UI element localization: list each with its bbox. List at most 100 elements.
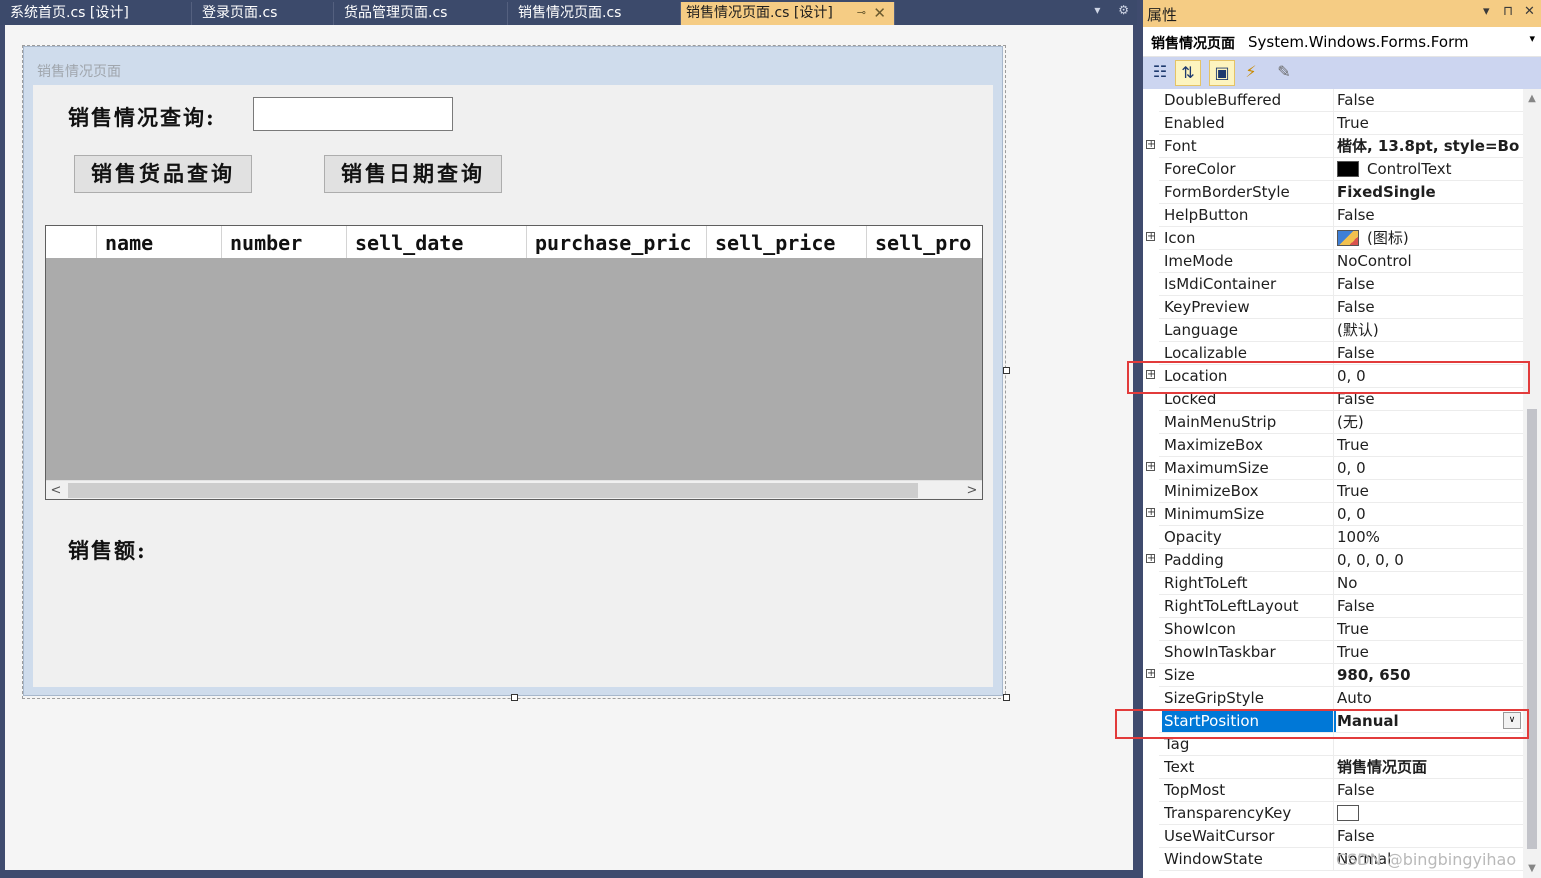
- scroll-thumb[interactable]: [68, 483, 918, 498]
- events-icon[interactable]: ⚡: [1238, 60, 1264, 86]
- close-icon[interactable]: ✕: [873, 2, 886, 24]
- close-icon[interactable]: ✕: [1524, 4, 1535, 19]
- property-row-icon[interactable]: + Icon (图标): [1143, 227, 1523, 250]
- property-value[interactable]: (默认): [1337, 319, 1519, 341]
- tab-system-home-design[interactable]: 系统首页.cs [设计]: [0, 2, 192, 25]
- scroll-right-icon[interactable]: >: [962, 481, 982, 499]
- property-row-forecolor[interactable]: ForeColor ControlText: [1143, 158, 1523, 181]
- property-row-showintaskbar[interactable]: ShowInTaskbar True: [1143, 641, 1523, 664]
- property-value[interactable]: ControlText: [1337, 158, 1519, 180]
- property-value[interactable]: Auto: [1337, 687, 1519, 709]
- scroll-down-icon[interactable]: ▼: [1523, 863, 1541, 874]
- property-row-doublebuffered[interactable]: DoubleBuffered False: [1143, 89, 1523, 112]
- tab-goods-management[interactable]: 货品管理页面.cs: [334, 2, 508, 25]
- property-row-minimumsize[interactable]: + MinimumSize 0, 0: [1143, 503, 1523, 526]
- settings-icon[interactable]: ⚙: [1118, 3, 1129, 17]
- property-value[interactable]: False: [1337, 204, 1519, 226]
- column-header-purchase-price[interactable]: purchase_pric: [526, 226, 706, 258]
- property-row-text[interactable]: Text 销售情况页面: [1143, 756, 1523, 779]
- property-value[interactable]: True: [1337, 618, 1519, 640]
- property-value[interactable]: 楷体, 13.8pt, style=Bold: [1337, 135, 1519, 157]
- scroll-left-icon[interactable]: <: [46, 481, 66, 499]
- column-header-sell-profit[interactable]: sell_pro: [866, 226, 982, 258]
- property-row-usewaitcursor[interactable]: UseWaitCursor False: [1143, 825, 1523, 848]
- resize-handle-right[interactable]: [1003, 367, 1010, 374]
- property-value[interactable]: True: [1337, 480, 1519, 502]
- property-value[interactable]: False: [1337, 779, 1519, 801]
- property-row-language[interactable]: Language (默认): [1143, 319, 1523, 342]
- categorized-icon[interactable]: ☷: [1147, 60, 1173, 86]
- property-value[interactable]: False: [1337, 273, 1519, 295]
- expand-icon[interactable]: +: [1146, 669, 1155, 679]
- property-row-enabled[interactable]: Enabled True: [1143, 112, 1523, 135]
- property-row-righttoleftlayout[interactable]: RightToLeftLayout False: [1143, 595, 1523, 618]
- property-row-sizegripstyle[interactable]: SizeGripStyle Auto: [1143, 687, 1523, 710]
- property-row-righttoleft[interactable]: RightToLeft No: [1143, 572, 1523, 595]
- expand-icon[interactable]: +: [1146, 140, 1155, 150]
- property-value[interactable]: FixedSingle: [1337, 181, 1519, 203]
- property-row-showicon[interactable]: ShowIcon True: [1143, 618, 1523, 641]
- expand-icon[interactable]: +: [1146, 462, 1155, 472]
- sales-date-query-button[interactable]: 销售日期查询: [324, 155, 502, 193]
- properties-icon[interactable]: ▣: [1209, 60, 1235, 86]
- property-row-font[interactable]: + Font 楷体, 13.8pt, style=Bold: [1143, 135, 1523, 158]
- column-header-sell-price[interactable]: sell_price: [706, 226, 866, 258]
- property-value[interactable]: 0, 0: [1337, 503, 1519, 525]
- property-row-topmost[interactable]: TopMost False: [1143, 779, 1523, 802]
- object-selector[interactable]: 销售情况页面 System.Windows.Forms.Form ▾: [1143, 28, 1541, 57]
- sales-goods-query-button[interactable]: 销售货品查询: [74, 155, 252, 193]
- scroll-thumb[interactable]: [1527, 409, 1537, 849]
- window-dropdown-icon[interactable]: ▾: [1483, 4, 1490, 19]
- expand-icon[interactable]: +: [1146, 508, 1155, 518]
- property-value[interactable]: [1337, 802, 1519, 824]
- column-header-name[interactable]: name: [96, 226, 221, 258]
- property-row-mainmenustrip[interactable]: MainMenuStrip (无): [1143, 411, 1523, 434]
- property-row-minimizebox[interactable]: MinimizeBox True: [1143, 480, 1523, 503]
- property-value[interactable]: 100%: [1337, 526, 1519, 548]
- tab-sales-page-design[interactable]: 销售情况页面.cs [设计] ⊸ ✕: [681, 2, 895, 25]
- object-dropdown-icon[interactable]: ▾: [1529, 32, 1535, 45]
- property-row-keypreview[interactable]: KeyPreview False: [1143, 296, 1523, 319]
- sales-data-grid[interactable]: name number sell_date purchase_pric sell…: [45, 225, 983, 500]
- property-value[interactable]: True: [1337, 641, 1519, 663]
- property-pages-icon[interactable]: ✎: [1271, 60, 1297, 86]
- property-value[interactable]: False: [1337, 825, 1519, 847]
- property-row-padding[interactable]: + Padding 0, 0, 0, 0: [1143, 549, 1523, 572]
- property-row-transparencykey[interactable]: TransparencyKey: [1143, 802, 1523, 825]
- property-value[interactable]: NoControl: [1337, 250, 1519, 272]
- resize-handle-corner[interactable]: [1003, 694, 1010, 701]
- pin-icon[interactable]: ⊸: [857, 2, 866, 24]
- tab-sales-page-code[interactable]: 销售情况页面.cs: [508, 2, 681, 25]
- property-value[interactable]: False: [1337, 595, 1519, 617]
- scroll-up-icon[interactable]: ▲: [1523, 93, 1541, 104]
- property-value[interactable]: 销售情况页面: [1337, 756, 1519, 778]
- property-row-maximizebox[interactable]: MaximizeBox True: [1143, 434, 1523, 457]
- property-value[interactable]: True: [1337, 434, 1519, 456]
- alphabetical-icon[interactable]: ⇅: [1175, 60, 1201, 86]
- property-row-imemode[interactable]: ImeMode NoControl: [1143, 250, 1523, 273]
- property-value[interactable]: No: [1337, 572, 1519, 594]
- property-grid-scrollbar[interactable]: ▲ ▼: [1523, 89, 1541, 878]
- property-value[interactable]: False: [1337, 296, 1519, 318]
- property-row-helpbutton[interactable]: HelpButton False: [1143, 204, 1523, 227]
- pin-icon[interactable]: ⊓: [1503, 4, 1513, 19]
- property-value[interactable]: True: [1337, 112, 1519, 134]
- expand-icon[interactable]: +: [1146, 554, 1155, 564]
- property-value[interactable]: 0, 0, 0, 0: [1337, 549, 1519, 571]
- grid-horizontal-scrollbar[interactable]: < >: [46, 480, 982, 499]
- property-row-maximumsize[interactable]: + MaximumSize 0, 0: [1143, 457, 1523, 480]
- property-row-opacity[interactable]: Opacity 100%: [1143, 526, 1523, 549]
- expand-icon[interactable]: +: [1146, 232, 1155, 242]
- property-value[interactable]: (无): [1337, 411, 1519, 433]
- column-header-number[interactable]: number: [221, 226, 346, 258]
- tab-login-page[interactable]: 登录页面.cs: [192, 2, 334, 25]
- property-row-ismdicontainer[interactable]: IsMdiContainer False: [1143, 273, 1523, 296]
- resize-handle-bottom[interactable]: [511, 694, 518, 701]
- sales-query-input[interactable]: [253, 97, 453, 131]
- column-header-sell-date[interactable]: sell_date: [346, 226, 526, 258]
- property-value[interactable]: 0, 0: [1337, 457, 1519, 479]
- property-value[interactable]: (图标): [1337, 227, 1519, 249]
- property-value[interactable]: False: [1337, 89, 1519, 111]
- property-row-size[interactable]: + Size 980, 650: [1143, 664, 1523, 687]
- property-row-formborderstyle[interactable]: FormBorderStyle FixedSingle: [1143, 181, 1523, 204]
